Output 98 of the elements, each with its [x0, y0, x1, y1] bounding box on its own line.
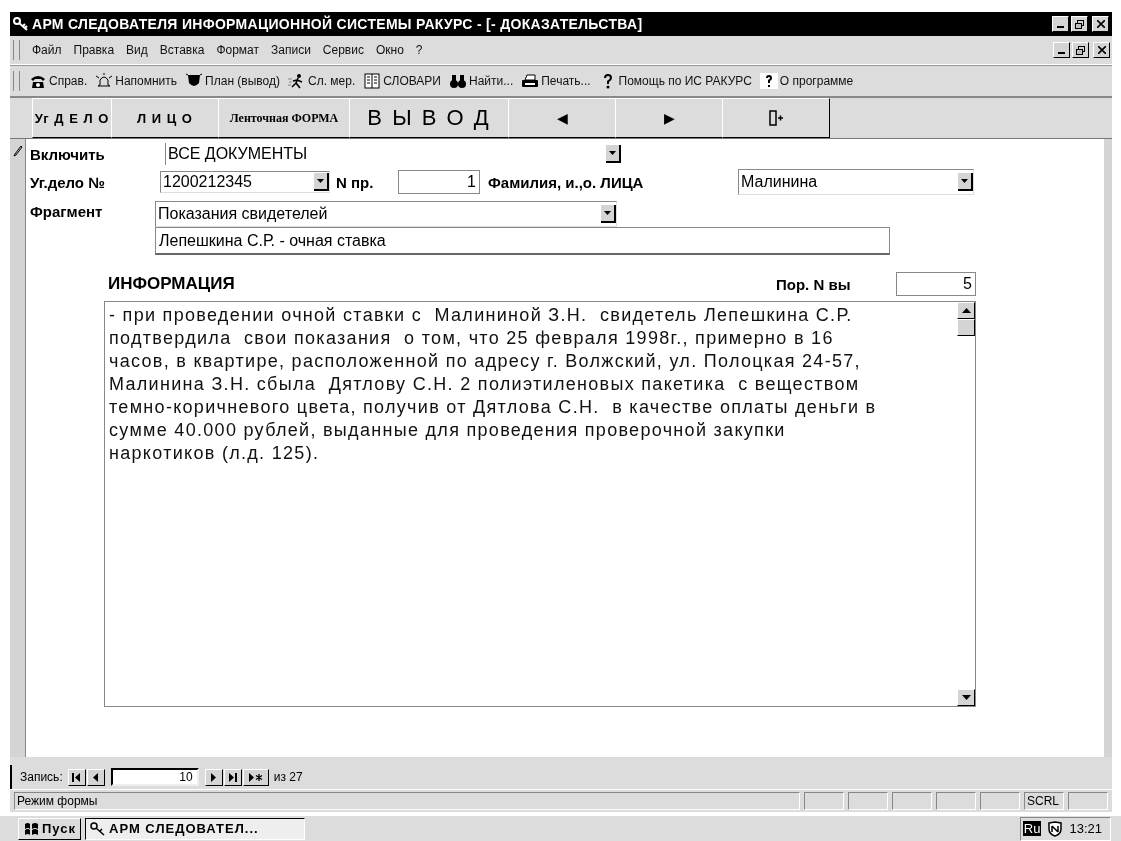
- binoculars-icon: [449, 73, 467, 89]
- case-number-dropdown[interactable]: 1200212345: [160, 171, 330, 193]
- printer-icon: [521, 73, 540, 89]
- restore-icon: [1076, 45, 1085, 55]
- information-heading: ИНФОРМАЦИЯ: [108, 274, 236, 294]
- form-button[interactable]: Уг Д Е Л О: [32, 98, 112, 138]
- scrollbar-thumb[interactable]: [957, 319, 975, 336]
- pencil-icon: [12, 145, 23, 157]
- menu-item[interactable]: Файл: [26, 43, 68, 57]
- order-number-label: Пор. N вы: [776, 275, 852, 293]
- toolbar-button[interactable]: О программе: [756, 73, 859, 89]
- form-button[interactable]: Л И Ц О: [111, 98, 219, 138]
- first-icon: [72, 772, 82, 782]
- status-panel: [1068, 792, 1108, 810]
- subfragment-field[interactable]: Лепешкина С.Р. - очная ставка: [155, 227, 890, 255]
- include-label: Включить: [30, 145, 106, 163]
- exit-button[interactable]: [722, 98, 830, 138]
- previous-icon: [91, 772, 101, 782]
- status-panel: [936, 792, 976, 810]
- minimize-button[interactable]: [1052, 16, 1069, 32]
- menu-item[interactable]: Правка: [67, 43, 121, 57]
- previous-record-button[interactable]: [86, 768, 105, 786]
- new-record-icon: [248, 772, 263, 782]
- record-total: из 27: [273, 770, 303, 784]
- toolbar-button[interactable]: Справ.: [26, 73, 93, 89]
- form-button[interactable]: Ленточная ФОРМА: [218, 98, 350, 138]
- status-text: Режим формы: [14, 792, 800, 810]
- fragment-label: Фрагмент: [30, 203, 104, 220]
- form-button[interactable]: ◀: [508, 98, 616, 138]
- menu-item[interactable]: Окно: [369, 43, 410, 57]
- language-indicator[interactable]: Ru: [1022, 821, 1042, 836]
- last-icon: [228, 772, 238, 782]
- up-arrow-icon: [961, 308, 971, 313]
- include-dropdown[interactable]: ВСЕ ДОКУМЕНТЫ: [165, 143, 621, 165]
- close-icon: [1097, 46, 1106, 54]
- toolbar-button[interactable]: План (вывод): [182, 73, 285, 89]
- order-number-field[interactable]: 5: [896, 272, 976, 296]
- menu-item[interactable]: Вид: [120, 43, 154, 57]
- phone-icon: [29, 73, 47, 89]
- exit-door-icon: [769, 110, 783, 126]
- fragment-dropdown[interactable]: Показания свидетелей: [155, 201, 617, 227]
- start-button[interactable]: Пуск: [18, 817, 81, 840]
- bell-icon: [95, 73, 114, 89]
- status-panel: [892, 792, 932, 810]
- status-indicator: SCRL: [1024, 792, 1064, 810]
- dropdown-arrow-icon: [609, 151, 616, 155]
- record-number-field[interactable]: 10: [110, 768, 199, 786]
- status-panel: [804, 792, 844, 810]
- menu-item[interactable]: Формат: [210, 43, 266, 57]
- menu-item[interactable]: Сервис: [316, 43, 370, 57]
- toolbar-button[interactable]: Напомнить: [92, 73, 183, 89]
- next-icon: [209, 772, 219, 782]
- menu-item[interactable]: Вставка: [153, 43, 211, 57]
- toolbar-button[interactable]: СЛОВАРИ: [360, 73, 446, 89]
- down-arrow-icon: [961, 695, 971, 700]
- clock: 13:21: [1069, 821, 1102, 836]
- windows-logo-icon: [23, 821, 39, 836]
- status-panel: [980, 792, 1020, 810]
- shield-icon: [185, 73, 204, 89]
- dropdown-arrow-icon: [961, 179, 968, 183]
- new-record-button[interactable]: [242, 768, 269, 786]
- dropdown-arrow-icon: [604, 211, 611, 215]
- close-button[interactable]: [1093, 42, 1110, 58]
- close-button[interactable]: [1092, 16, 1109, 32]
- restore-button[interactable]: [1072, 42, 1089, 58]
- next-record-button[interactable]: [204, 768, 223, 786]
- last-record-button[interactable]: [223, 768, 242, 786]
- taskbar-button[interactable]: АРМ СЛЕДОВАТЕЛ...: [85, 817, 305, 840]
- key-icon: [13, 17, 29, 31]
- toolbar-button[interactable]: Сл. мер.: [285, 73, 361, 89]
- window-title: АРМ СЛЕДОВАТЕЛЯ ИНФОРМАЦИОННОЙ СИСТЕМЫ РАКУРС - [- ДОКАЗАТЕЛЬСТВА]: [32, 16, 644, 32]
- first-record-button[interactable]: [67, 768, 86, 786]
- form-button[interactable]: В Ы В О Д: [349, 98, 509, 138]
- case-number-label: Уг.дело №: [30, 173, 106, 191]
- toolbar-grip[interactable]: [13, 71, 20, 91]
- toolbar-button[interactable]: Помощь по ИС РАКУРС: [595, 73, 757, 89]
- person-name-label: Фамилия, и.,о. ЛИЦА: [488, 173, 645, 191]
- item-number-label: N пр.: [336, 173, 375, 191]
- restore-icon: [1075, 19, 1084, 29]
- person-name-dropdown[interactable]: Малинина: [738, 169, 974, 195]
- shield-icon[interactable]: [1047, 820, 1064, 837]
- vertical-scrollbar[interactable]: [957, 302, 975, 706]
- toolbar-button[interactable]: Печать...: [518, 73, 596, 89]
- question-icon: [759, 73, 778, 89]
- dropdown-arrow-icon: [317, 179, 324, 183]
- close-icon: [1096, 20, 1105, 28]
- minimize-button[interactable]: [1053, 42, 1070, 58]
- record-label: Запись:: [20, 770, 63, 784]
- key-icon: [90, 821, 106, 836]
- item-number-field[interactable]: 1: [398, 170, 480, 194]
- restore-button[interactable]: [1071, 16, 1088, 32]
- form-button[interactable]: ▶: [615, 98, 723, 138]
- menu-item[interactable]: ?: [409, 43, 429, 57]
- menu-item[interactable]: Записи: [265, 43, 317, 57]
- status-panel: [848, 792, 888, 810]
- menubar-grip[interactable]: [13, 40, 20, 60]
- toolbar-button[interactable]: Найти...: [446, 73, 519, 89]
- book-icon: [363, 73, 382, 89]
